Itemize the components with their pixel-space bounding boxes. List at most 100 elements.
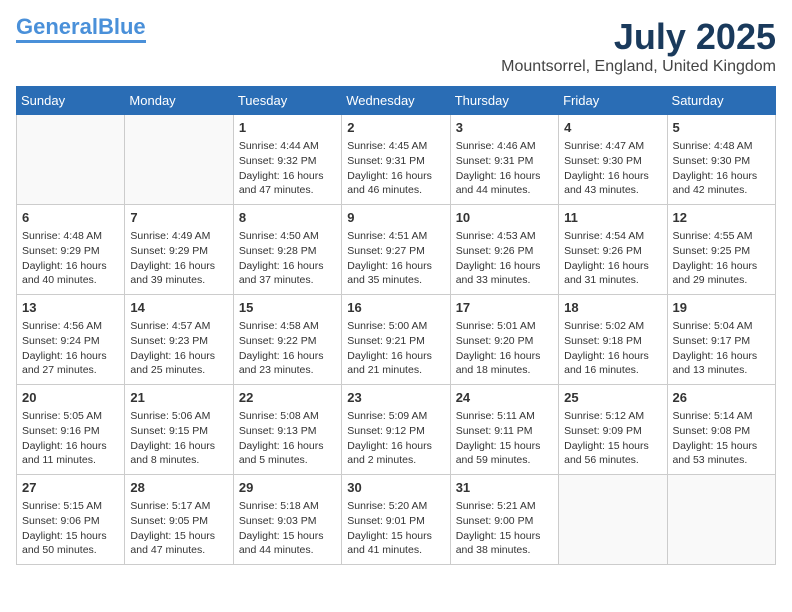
calendar-day-cell: 24Sunrise: 5:11 AM Sunset: 9:11 PM Dayli… (450, 385, 558, 475)
calendar-day-cell (17, 115, 125, 205)
day-info: Sunrise: 5:06 AM Sunset: 9:15 PM Dayligh… (130, 409, 227, 468)
calendar-header-row: SundayMondayTuesdayWednesdayThursdayFrid… (17, 87, 776, 115)
day-info: Sunrise: 4:53 AM Sunset: 9:26 PM Dayligh… (456, 229, 553, 288)
calendar-day-cell: 29Sunrise: 5:18 AM Sunset: 9:03 PM Dayli… (233, 475, 341, 565)
calendar-day-cell: 31 Sunrise: 5:21 AM Sunset: 9:00 PM Dayli… (450, 475, 558, 565)
day-info: Sunrise: 4:58 AM Sunset: 9:22 PM Dayligh… (239, 319, 336, 378)
day-number: 23 (347, 389, 444, 407)
day-number: 21 (130, 389, 227, 407)
calendar-week-row: 27 Sunrise: 5:15 AM Sunset: 9:06 PM Dayli… (17, 475, 776, 565)
day-info: Sunrise: 5:21 AM Sunset: 9:00 PM Dayligh… (456, 499, 553, 558)
day-info: Sunrise: 4:54 AM Sunset: 9:26 PM Dayligh… (564, 229, 661, 288)
logo-general: General (16, 14, 98, 39)
day-info: Sunrise: 5:17 AM Sunset: 9:05 PM Dayligh… (130, 499, 227, 558)
day-number: 3 (456, 119, 553, 137)
day-info: Sunrise: 4:49 AM Sunset: 9:29 PM Dayligh… (130, 229, 227, 288)
day-number: 1 (239, 119, 336, 137)
day-number: 13 (22, 299, 119, 317)
day-info: Sunrise: 5:04 AM Sunset: 9:17 PM Dayligh… (673, 319, 770, 378)
day-number: 26 (673, 389, 770, 407)
title-area: July 2025 Mountsorrel, England, United K… (501, 16, 776, 76)
day-info: Sunrise: 4:55 AM Sunset: 9:25 PM Dayligh… (673, 229, 770, 288)
day-info: Sunrise: 4:51 AM Sunset: 9:27 PM Dayligh… (347, 229, 444, 288)
day-info: Sunrise: 5:05 AM Sunset: 9:16 PM Dayligh… (22, 409, 119, 468)
day-number: 25 (564, 389, 661, 407)
calendar-week-row: 20Sunrise: 5:05 AM Sunset: 9:16 PM Dayli… (17, 385, 776, 475)
day-number: 10 (456, 209, 553, 227)
calendar-day-cell (559, 475, 667, 565)
day-info: Sunrise: 4:46 AM Sunset: 9:31 PM Dayligh… (456, 139, 553, 198)
calendar-day-cell: 23Sunrise: 5:09 AM Sunset: 9:12 PM Dayli… (342, 385, 450, 475)
calendar-day-cell: 17 Sunrise: 5:01 AM Sunset: 9:20 PM Dayli… (450, 295, 558, 385)
day-number: 2 (347, 119, 444, 137)
calendar-day-cell: 10 Sunrise: 4:53 AM Sunset: 9:26 PM Dayli… (450, 205, 558, 295)
calendar-day-cell: 30Sunrise: 5:20 AM Sunset: 9:01 PM Dayli… (342, 475, 450, 565)
calendar-day-cell: 8 Sunrise: 4:50 AM Sunset: 9:28 PM Daylig… (233, 205, 341, 295)
day-number: 27 (22, 479, 119, 497)
day-of-week-header: Wednesday (342, 87, 450, 115)
header: GeneralBlue July 2025 Mountsorrel, Engla… (16, 16, 776, 76)
day-number: 17 (456, 299, 553, 317)
calendar-week-row: 13 Sunrise: 4:56 AM Sunset: 9:24 PM Dayli… (17, 295, 776, 385)
day-info: Sunrise: 5:14 AM Sunset: 9:08 PM Dayligh… (673, 409, 770, 468)
calendar-day-cell: 15Sunrise: 4:58 AM Sunset: 9:22 PM Dayli… (233, 295, 341, 385)
calendar-body: 1Sunrise: 4:44 AM Sunset: 9:32 PM Daylig… (17, 115, 776, 565)
calendar-week-row: 1Sunrise: 4:44 AM Sunset: 9:32 PM Daylig… (17, 115, 776, 205)
calendar-day-cell: 16Sunrise: 5:00 AM Sunset: 9:21 PM Dayli… (342, 295, 450, 385)
day-number: 24 (456, 389, 553, 407)
calendar-day-cell: 5 Sunrise: 4:48 AM Sunset: 9:30 PM Daylig… (667, 115, 775, 205)
logo: GeneralBlue (16, 16, 146, 43)
location: Mountsorrel, England, United Kingdom (501, 58, 776, 76)
day-info: Sunrise: 4:48 AM Sunset: 9:30 PM Dayligh… (673, 139, 770, 198)
day-info: Sunrise: 4:47 AM Sunset: 9:30 PM Dayligh… (564, 139, 661, 198)
day-info: Sunrise: 4:50 AM Sunset: 9:28 PM Dayligh… (239, 229, 336, 288)
day-of-week-header: Tuesday (233, 87, 341, 115)
day-number: 28 (130, 479, 227, 497)
calendar-day-cell: 12 Sunrise: 4:55 AM Sunset: 9:25 PM Dayli… (667, 205, 775, 295)
calendar-day-cell: 22 Sunrise: 5:08 AM Sunset: 9:13 PM Dayli… (233, 385, 341, 475)
day-number: 22 (239, 389, 336, 407)
day-of-week-header: Friday (559, 87, 667, 115)
day-number: 30 (347, 479, 444, 497)
day-info: Sunrise: 5:08 AM Sunset: 9:13 PM Dayligh… (239, 409, 336, 468)
day-info: Sunrise: 5:12 AM Sunset: 9:09 PM Dayligh… (564, 409, 661, 468)
day-info: Sunrise: 4:56 AM Sunset: 9:24 PM Dayligh… (22, 319, 119, 378)
day-info: Sunrise: 4:57 AM Sunset: 9:23 PM Dayligh… (130, 319, 227, 378)
day-number: 31 (456, 479, 553, 497)
calendar-day-cell: 9Sunrise: 4:51 AM Sunset: 9:27 PM Daylig… (342, 205, 450, 295)
logo-underline (16, 40, 146, 43)
day-number: 12 (673, 209, 770, 227)
month-year: July 2025 (501, 16, 776, 58)
day-number: 18 (564, 299, 661, 317)
day-number: 19 (673, 299, 770, 317)
calendar-day-cell: 19 Sunrise: 5:04 AM Sunset: 9:17 PM Dayli… (667, 295, 775, 385)
calendar-day-cell (125, 115, 233, 205)
day-number: 4 (564, 119, 661, 137)
logo-blue: Blue (98, 14, 146, 39)
calendar-day-cell: 21 Sunrise: 5:06 AM Sunset: 9:15 PM Dayli… (125, 385, 233, 475)
calendar-day-cell: 7Sunrise: 4:49 AM Sunset: 9:29 PM Daylig… (125, 205, 233, 295)
calendar-day-cell: 18 Sunrise: 5:02 AM Sunset: 9:18 PM Dayli… (559, 295, 667, 385)
day-of-week-header: Saturday (667, 87, 775, 115)
day-info: Sunrise: 5:18 AM Sunset: 9:03 PM Dayligh… (239, 499, 336, 558)
calendar-day-cell (667, 475, 775, 565)
calendar-day-cell: 14 Sunrise: 4:57 AM Sunset: 9:23 PM Dayli… (125, 295, 233, 385)
day-number: 8 (239, 209, 336, 227)
calendar-day-cell: 11 Sunrise: 4:54 AM Sunset: 9:26 PM Dayli… (559, 205, 667, 295)
day-number: 5 (673, 119, 770, 137)
day-info: Sunrise: 5:01 AM Sunset: 9:20 PM Dayligh… (456, 319, 553, 378)
day-of-week-header: Monday (125, 87, 233, 115)
day-number: 14 (130, 299, 227, 317)
calendar-day-cell: 6Sunrise: 4:48 AM Sunset: 9:29 PM Daylig… (17, 205, 125, 295)
day-info: Sunrise: 5:02 AM Sunset: 9:18 PM Dayligh… (564, 319, 661, 378)
day-number: 11 (564, 209, 661, 227)
day-info: Sunrise: 5:15 AM Sunset: 9:06 PM Dayligh… (22, 499, 119, 558)
day-info: Sunrise: 4:45 AM Sunset: 9:31 PM Dayligh… (347, 139, 444, 198)
calendar-table: SundayMondayTuesdayWednesdayThursdayFrid… (16, 86, 776, 565)
calendar-day-cell: 20Sunrise: 5:05 AM Sunset: 9:16 PM Dayli… (17, 385, 125, 475)
day-number: 16 (347, 299, 444, 317)
day-of-week-header: Thursday (450, 87, 558, 115)
day-info: Sunrise: 4:48 AM Sunset: 9:29 PM Dayligh… (22, 229, 119, 288)
calendar-week-row: 6Sunrise: 4:48 AM Sunset: 9:29 PM Daylig… (17, 205, 776, 295)
day-of-week-header: Sunday (17, 87, 125, 115)
